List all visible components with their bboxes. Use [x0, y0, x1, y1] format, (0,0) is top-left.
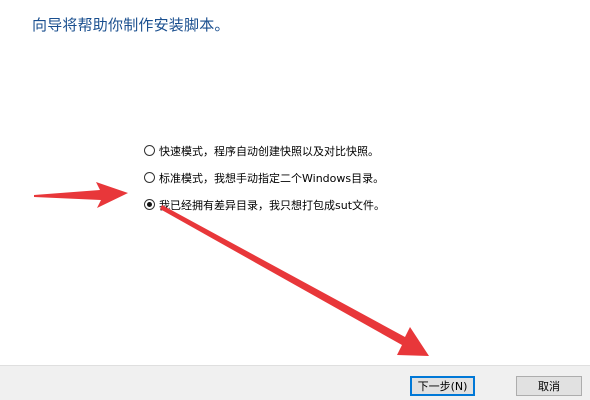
option-quick-mode[interactable]: 快速模式，程序自动创建快照以及对比快照。: [144, 137, 385, 164]
footer-bar: 下一步(N) 取消: [0, 365, 590, 400]
wizard-page: 向导将帮助你制作安装脚本。 快速模式，程序自动创建快照以及对比快照。 标准模式，…: [0, 0, 590, 400]
radio-selected-dot: [147, 202, 152, 207]
page-title: 向导将帮助你制作安装脚本。: [32, 16, 230, 34]
arrow-left-annotation: [34, 182, 128, 208]
option-standard-mode[interactable]: 标准模式，我想手动指定二个Windows目录。: [144, 164, 385, 191]
option-quick-mode-label: 快速模式，程序自动创建快照以及对比快照。: [159, 144, 379, 158]
radio-quick-mode[interactable]: [144, 145, 155, 156]
option-diff-dir-mode[interactable]: 我已经拥有差异目录，我只想打包成sut文件。: [144, 191, 385, 218]
next-button[interactable]: 下一步(N): [410, 376, 475, 396]
arrow-diagonal-annotation: [160, 205, 429, 356]
radio-diff-dir-mode[interactable]: [144, 199, 155, 210]
option-standard-mode-label: 标准模式，我想手动指定二个Windows目录。: [159, 171, 385, 185]
radio-standard-mode[interactable]: [144, 172, 155, 183]
mode-options: 快速模式，程序自动创建快照以及对比快照。 标准模式，我想手动指定二个Window…: [144, 137, 385, 218]
cancel-button[interactable]: 取消: [516, 376, 582, 396]
option-diff-dir-mode-label: 我已经拥有差异目录，我只想打包成sut文件。: [159, 198, 386, 212]
